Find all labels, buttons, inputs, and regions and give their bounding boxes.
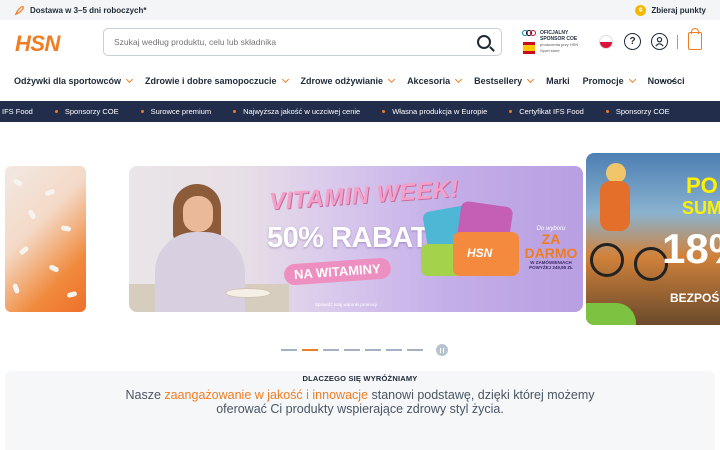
why-us-highlight: zaangażowanie w jakość i innowacje xyxy=(164,388,368,402)
bullet-icon xyxy=(54,110,58,113)
search-icon[interactable] xyxy=(477,35,491,49)
why-us-label: DLACZEGO SIĘ WYRÓŻNIAMY xyxy=(302,374,418,383)
coe-sponsor-badge: OFICJALNY SPONSOR COE producenta przy HS… xyxy=(522,29,586,55)
nav-item-3[interactable]: Akcesoria xyxy=(407,75,463,86)
help-icon[interactable]: ? xyxy=(624,33,641,50)
points-text: Zbieraj punkty xyxy=(651,5,706,15)
nav-item-label: Odżywki dla sportowców xyxy=(14,76,122,86)
ticker-text: Sponsorzy COE xyxy=(64,107,119,116)
ticker-item: Najwyższa jakość w uczciwej cenie xyxy=(233,107,360,116)
nav-item-label: Promocje xyxy=(582,76,624,86)
header-divider xyxy=(677,35,678,49)
nav-item-label: Marki xyxy=(546,76,570,86)
olympic-rings-icon xyxy=(522,29,536,55)
coe-title: OFICJALNY SPONSOR COE xyxy=(540,30,578,42)
rocket-icon xyxy=(14,5,24,15)
nav-item-5[interactable]: Marki xyxy=(546,76,570,86)
delivery-text: Dostawa w 3–5 dni roboczych* xyxy=(30,5,147,15)
summer-line1: PO xyxy=(686,173,718,198)
ticker-item: Sponsorzy COE xyxy=(54,107,119,116)
bullet-icon xyxy=(605,110,609,113)
more-menu-icon[interactable]: ··· xyxy=(661,74,676,88)
search-bar[interactable] xyxy=(103,28,502,56)
chevron-down-icon xyxy=(455,75,463,84)
bullet-icon xyxy=(509,110,513,113)
carousel-dot[interactable] xyxy=(407,349,423,351)
pause-icon[interactable] xyxy=(436,344,448,356)
summer-percent: 18% xyxy=(662,225,720,272)
carousel-dot[interactable] xyxy=(302,349,318,351)
cart-icon[interactable] xyxy=(688,28,702,50)
ticker-item: Certyfikat IFS Food xyxy=(509,107,584,116)
cyclist-image xyxy=(606,163,626,183)
coin-icon: ¢ xyxy=(635,4,647,16)
why-us-text: Nasze zaangażowanie w jakość i innowacje… xyxy=(125,388,595,416)
nav-item-label: Zdrowie i dobre samopoczucie xyxy=(145,76,277,86)
top-info-bar: Dostawa w 3–5 dni roboczych* ¢ Zbieraj p… xyxy=(0,0,720,20)
nav-item-1[interactable]: Zdrowie i dobre samopoczucie xyxy=(145,75,289,86)
nav-item-6[interactable]: Promocje xyxy=(582,75,636,86)
site-header: HSN OFICJALNY SPONSOR COE producenta prz… xyxy=(0,20,720,65)
benefits-ticker: IFS Food Sponsorzy COE Surowce premium Najw… xyxy=(0,101,720,122)
bullet-icon xyxy=(382,110,386,113)
hsn-logo[interactable]: HSN xyxy=(15,31,60,57)
carousel-dot[interactable] xyxy=(323,349,339,351)
free-offer: Do wyboru ZA DARMO W ZAMÓWIENIACH POWYŻE… xyxy=(519,226,583,270)
ticker-text: Własna produkcja w Europie xyxy=(392,107,488,116)
box-logo: HSN xyxy=(467,246,493,260)
ticker-item: Sponsorzy COE xyxy=(605,107,670,116)
chevron-down-icon xyxy=(527,75,535,84)
chevron-down-icon xyxy=(281,75,289,84)
account-icon[interactable] xyxy=(651,33,668,50)
ticker-item: Surowce premium xyxy=(140,107,212,116)
ticker-text: Certyfikat IFS Food xyxy=(519,107,584,116)
ticker-text: Surowce premium xyxy=(150,107,212,116)
poland-flag-icon[interactable] xyxy=(599,35,613,49)
carousel-dot[interactable] xyxy=(365,349,381,351)
nav-item-2[interactable]: Zdrowe odżywianie xyxy=(300,75,396,86)
ticker-item: Własna produkcja w Europie xyxy=(382,107,487,116)
carousel-slide-vitamin-week[interactable]: VITAMIN WEEK! 50% RABATU NA WITAMINY HSN… xyxy=(129,166,583,312)
bullet-icon xyxy=(140,110,144,113)
nav-item-0[interactable]: Odżywki dla sportowców xyxy=(14,75,134,86)
carousel-dot[interactable] xyxy=(386,349,402,351)
ticker-text: Sponsorzy COE xyxy=(615,107,670,116)
nav-item-4[interactable]: Bestsellery xyxy=(474,75,535,86)
carousel-pagination xyxy=(281,344,448,356)
carousel-dot[interactable] xyxy=(344,349,360,351)
vitamins-tag: NA WITAMINY xyxy=(283,257,392,286)
ticker-text: IFS Food xyxy=(2,107,33,116)
ticker-item: IFS Food xyxy=(2,107,33,116)
nav-item-label: Zdrowe odżywianie xyxy=(300,76,384,86)
offer-big: ZA DARMO xyxy=(524,231,578,261)
summer-line3: BEZPOŚ xyxy=(670,291,720,305)
search-input[interactable] xyxy=(114,37,477,47)
main-navigation: Odżywki dla sportowców Zdrowie i dobre sa… xyxy=(0,67,720,95)
carousel-slide-prev[interactable] xyxy=(5,166,86,312)
plate-image xyxy=(225,288,271,298)
promo-legal-link[interactable]: Sprawdź tutaj warunki promocji. xyxy=(315,302,379,307)
chevron-down-icon xyxy=(125,75,134,84)
chevron-down-icon xyxy=(628,75,636,84)
offer-condition: W ZAMÓWIENIACH POWYŻEJ 249,95 ZŁ xyxy=(529,260,573,270)
nav-item-label: Akcesoria xyxy=(407,76,451,86)
nav-item-label: Bestsellery xyxy=(474,76,523,86)
summer-line2: SUM xyxy=(682,198,720,218)
carousel-slide-next[interactable]: PO SUM 18% BEZPOŚ xyxy=(586,153,720,325)
coe-subtitle: producenta przy HSN Sport store xyxy=(540,42,579,53)
chevron-down-icon xyxy=(388,75,396,84)
bullet-icon xyxy=(233,110,237,113)
points-link[interactable]: ¢ Zbieraj punkty xyxy=(635,4,706,16)
coe-text: OFICJALNY SPONSOR COE producenta przy HS… xyxy=(540,30,586,54)
ticker-text: Najwyższa jakość w uczciwej cenie xyxy=(243,107,361,116)
delivery-info: Dostawa w 3–5 dni roboczych* xyxy=(14,5,146,16)
carousel-dot[interactable] xyxy=(281,349,297,351)
